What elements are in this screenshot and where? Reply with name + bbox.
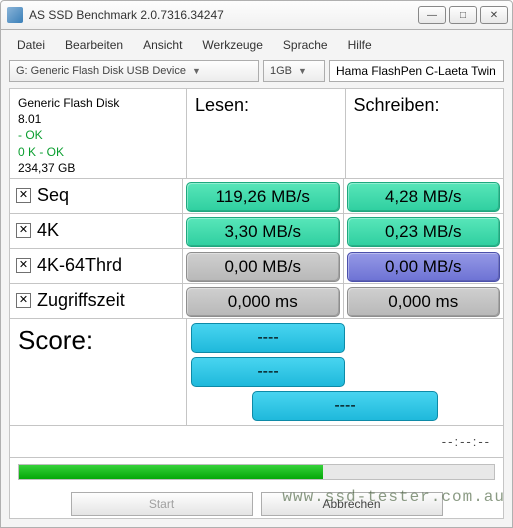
watermark: www.ssd-tester.com.au — [282, 488, 505, 506]
window-title: AS SSD Benchmark 2.0.7316.34247 — [29, 8, 418, 22]
results-panel: Generic Flash Disk 8.01 - OK 0 K - OK 23… — [9, 88, 504, 519]
checkbox-4k64[interactable]: ✕ — [16, 258, 31, 273]
header-write: Schreiben: — [346, 89, 504, 178]
chevron-down-icon: ▼ — [192, 66, 201, 76]
seq-write: 4,28 MB/s — [347, 182, 501, 212]
start-button[interactable]: Start — [71, 492, 253, 516]
header-read: Lesen: — [187, 89, 346, 178]
drive-ok2: 0 K - OK — [18, 144, 178, 160]
score-row: Score: ---- ---- ---- — [10, 319, 503, 426]
checkbox-seq[interactable]: ✕ — [16, 188, 31, 203]
checkbox-access[interactable]: ✕ — [16, 293, 31, 308]
drive-model: Generic Flash Disk — [18, 95, 178, 111]
score-read: ---- — [191, 323, 345, 353]
label-seq: Seq — [37, 185, 69, 206]
score-total: ---- — [252, 391, 439, 421]
menu-datei[interactable]: Datei — [9, 36, 53, 54]
label-4k64: 4K-64Thrd — [37, 255, 122, 276]
drive-fw: 8.01 — [18, 111, 178, 127]
label-4k: 4K — [37, 220, 59, 241]
device-select-value: G: Generic Flash Disk USB Device — [16, 65, 186, 77]
score-label: Score: — [10, 319, 187, 425]
access-write: 0,000 ms — [347, 287, 501, 317]
row-access: ✕ Zugriffszeit 0,000 ms 0,000 ms — [10, 284, 503, 319]
4k64-write: 0,00 MB/s — [347, 252, 501, 282]
drive-ok1: - OK — [18, 127, 178, 143]
progress-bar — [18, 464, 495, 480]
maximize-button[interactable]: □ — [449, 6, 477, 24]
device-select[interactable]: G: Generic Flash Disk USB Device ▼ — [9, 60, 259, 82]
seq-read: 119,26 MB/s — [186, 182, 340, 212]
checkbox-4k[interactable]: ✕ — [16, 223, 31, 238]
score-write: ---- — [191, 357, 345, 387]
row-4k64: ✕ 4K-64Thrd 0,00 MB/s 0,00 MB/s — [10, 249, 503, 284]
titlebar: AS SSD Benchmark 2.0.7316.34247 — □ ✕ — [0, 0, 513, 30]
menu-sprache[interactable]: Sprache — [275, 36, 336, 54]
menu-werkzeuge[interactable]: Werkzeuge — [194, 36, 270, 54]
4k-read: 3,30 MB/s — [186, 217, 340, 247]
window-body: Datei Bearbeiten Ansicht Werkzeuge Sprac… — [0, 30, 513, 528]
access-read: 0,000 ms — [186, 287, 340, 317]
close-button[interactable]: ✕ — [480, 6, 508, 24]
menu-hilfe[interactable]: Hilfe — [340, 36, 380, 54]
toolbar: G: Generic Flash Disk USB Device ▼ 1GB ▼… — [9, 60, 504, 82]
size-select[interactable]: 1GB ▼ — [263, 60, 325, 82]
row-4k: ✕ 4K 3,30 MB/s 0,23 MB/s — [10, 214, 503, 249]
progress-fill — [19, 465, 323, 479]
size-select-value: 1GB — [270, 65, 292, 77]
chevron-down-icon: ▼ — [298, 66, 307, 76]
drive-capacity: 234,37 GB — [18, 160, 178, 176]
4k64-read: 0,00 MB/s — [186, 252, 340, 282]
menu-bearbeiten[interactable]: Bearbeiten — [57, 36, 131, 54]
minimize-button[interactable]: — — [418, 6, 446, 24]
label-access: Zugriffszeit — [37, 290, 125, 311]
app-icon — [7, 7, 23, 23]
elapsed-row: --:--:-- — [10, 426, 503, 458]
row-seq: ✕ Seq 119,26 MB/s 4,28 MB/s — [10, 179, 503, 214]
elapsed-time: --:--:-- — [442, 434, 491, 449]
drive-info: Generic Flash Disk 8.01 - OK 0 K - OK 23… — [10, 89, 187, 178]
menubar: Datei Bearbeiten Ansicht Werkzeuge Sprac… — [9, 32, 504, 60]
4k-write: 0,23 MB/s — [347, 217, 501, 247]
menu-ansicht[interactable]: Ansicht — [135, 36, 190, 54]
product-name-input[interactable]: Hama FlashPen C-Laeta Twin — [329, 60, 504, 82]
